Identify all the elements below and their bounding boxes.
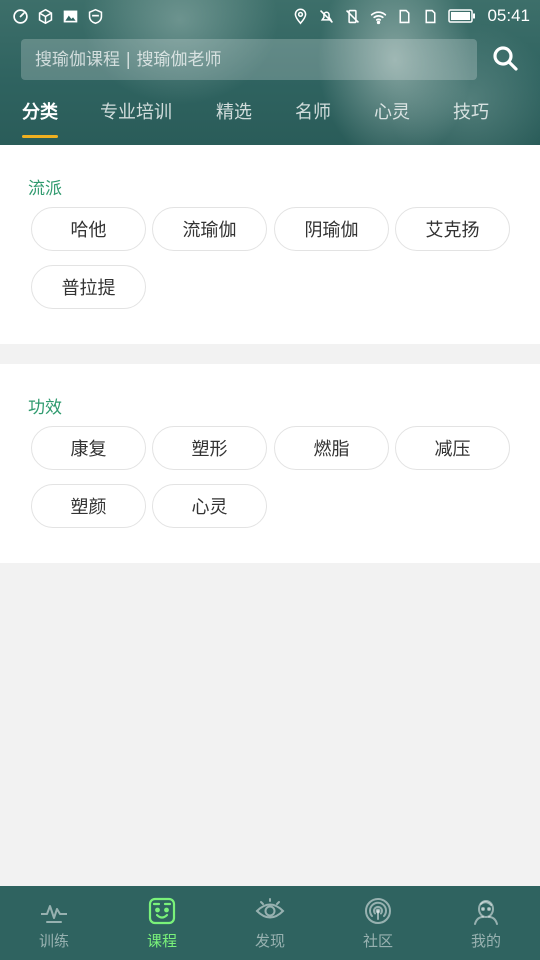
search-icon	[491, 44, 519, 76]
section-effect: 功效 康复 塑形 燃脂 减压 塑颜 心灵	[0, 364, 540, 563]
chip-face-shaping[interactable]: 塑颜	[31, 484, 146, 528]
header-banner: 05:41 分类 专业培训 精选 名师 心灵 技巧	[0, 0, 540, 145]
nav-label-courses: 课程	[146, 932, 177, 950]
nav-label-discover: 发现	[254, 932, 285, 950]
nav-discover[interactable]: 发现	[216, 886, 324, 960]
search-input[interactable]	[35, 49, 477, 70]
shield-cube-icon	[37, 8, 54, 25]
sim2-icon	[422, 8, 439, 25]
wifi-icon	[370, 8, 387, 25]
bottom-nav: 训练 课程 发现 社区 我的	[0, 886, 540, 960]
nav-label-community: 社区	[362, 932, 393, 950]
tab-category[interactable]: 分类	[22, 98, 58, 134]
tab-professional-training[interactable]: 专业培训	[100, 98, 172, 134]
active-tab-indicator	[22, 135, 58, 138]
nav-label-profile: 我的	[470, 932, 501, 950]
chip-rehab[interactable]: 康复	[31, 426, 146, 470]
search-button[interactable]	[487, 42, 523, 78]
image-icon	[62, 8, 79, 25]
chip-spirit[interactable]: 心灵	[152, 484, 267, 528]
vibrate-off-icon	[344, 8, 361, 25]
shield-check-icon	[87, 8, 104, 25]
chip-vinyasa[interactable]: 流瑜伽	[152, 207, 267, 251]
chip-pilates[interactable]: 普拉提	[31, 265, 146, 309]
nav-label-training: 训练	[38, 932, 69, 950]
nav-profile[interactable]: 我的	[432, 886, 540, 960]
search-box[interactable]	[21, 39, 477, 80]
chip-stress-relief[interactable]: 减压	[395, 426, 510, 470]
status-time: 05:41	[487, 6, 530, 25]
pulse-icon	[39, 896, 69, 926]
chip-yin-yoga[interactable]: 阴瑜伽	[274, 207, 389, 251]
nav-courses[interactable]: 课程	[108, 886, 216, 960]
eye-icon	[255, 896, 285, 926]
section-style: 流派 哈他 流瑜伽 阴瑜伽 艾克扬 普拉提	[0, 145, 540, 344]
chip-hatha[interactable]: 哈他	[31, 207, 146, 251]
mute-icon	[318, 8, 335, 25]
tab-skills[interactable]: 技巧	[453, 98, 489, 134]
nav-community[interactable]: 社区	[324, 886, 432, 960]
chip-shaping[interactable]: 塑形	[152, 426, 267, 470]
section-title-effect: 功效	[28, 398, 62, 418]
tab-spirit[interactable]: 心灵	[374, 98, 410, 134]
status-bar: 05:41	[0, 0, 540, 32]
battery-icon	[448, 8, 476, 25]
profile-icon	[471, 896, 501, 926]
chip-iyengar[interactable]: 艾克扬	[395, 207, 510, 251]
tab-famous-teachers[interactable]: 名师	[295, 98, 331, 134]
tab-featured[interactable]: 精选	[216, 98, 252, 134]
nav-training[interactable]: 训练	[0, 886, 108, 960]
location-icon	[292, 8, 309, 25]
chip-fat-burn[interactable]: 燃脂	[274, 426, 389, 470]
category-tabs: 分类 专业培训 精选 名师 心灵 技巧	[0, 98, 540, 142]
course-face-icon	[147, 896, 177, 926]
section-title-style: 流派	[28, 179, 62, 199]
sync-icon	[12, 8, 29, 25]
sim1-icon	[396, 8, 413, 25]
community-signal-icon	[363, 896, 393, 926]
